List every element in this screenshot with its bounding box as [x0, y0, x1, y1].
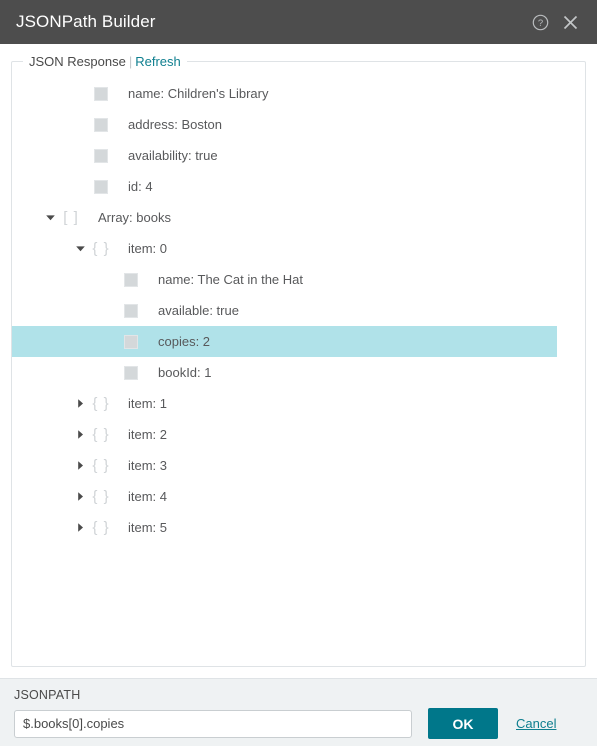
tree-row[interactable]: name: Children's Library	[12, 78, 585, 109]
footer-controls-row: OK Cancel	[14, 708, 586, 739]
svg-text:?: ?	[537, 18, 542, 29]
leaf-square-icon	[88, 148, 114, 163]
leaf-square-icon	[88, 179, 114, 194]
tree-row[interactable]: address: Boston	[12, 109, 585, 140]
json-response-panel: JSON Response | Refresh name: Children's L…	[11, 54, 586, 667]
dialog-footer: JSONPATH OK Cancel	[0, 678, 597, 746]
tree-row-label: item: 0	[128, 241, 168, 256]
tree-row[interactable]: { } item: 1	[12, 388, 585, 419]
twisty-collapsed-icon[interactable]	[72, 512, 88, 543]
twisty-collapsed-icon[interactable]	[72, 388, 88, 419]
tree-row[interactable]: [ ] Array: books	[12, 202, 585, 233]
dialog-titlebar: JSONPath Builder ?	[0, 0, 597, 44]
tree-row[interactable]: { } item: 2	[12, 419, 585, 450]
tree-row[interactable]: { } item: 4	[12, 481, 585, 512]
leaf-square-icon	[118, 334, 144, 349]
tree-row-label: Array: books	[98, 210, 171, 225]
leaf-square-icon	[118, 365, 144, 380]
leaf-square	[94, 86, 108, 101]
cancel-link[interactable]: Cancel	[516, 716, 556, 731]
leaf-square-icon	[88, 86, 114, 101]
json-tree[interactable]: name: Children's Library address: Boston a…	[12, 69, 585, 664]
help-circle-icon[interactable]: ?	[527, 9, 553, 35]
twisty-expanded-icon[interactable]	[72, 233, 88, 264]
tree-row-label: bookId: 1	[158, 365, 212, 380]
tree-row-label: item: 3	[128, 458, 168, 473]
jsonpath-label: JSONPATH	[14, 688, 81, 702]
tree-row-label: copies: 2	[158, 334, 211, 349]
dialog-body: JSON Response | Refresh name: Children's L…	[0, 44, 597, 678]
legend-separator: |	[128, 54, 133, 69]
array-brackets-icon: [ ]	[63, 209, 79, 226]
tree-row[interactable]: availability: true	[12, 140, 585, 171]
leaf-square	[124, 303, 138, 318]
tree-row-label: name: The Cat in the Hat	[158, 272, 304, 287]
ok-button[interactable]: OK	[428, 708, 498, 739]
tree-row-label: item: 2	[128, 427, 168, 442]
leaf-square	[124, 272, 138, 287]
tree-row-label: item: 5	[128, 520, 168, 535]
tree-row[interactable]: { } item: 5	[12, 512, 585, 543]
tree-row-label: item: 1	[128, 396, 168, 411]
leaf-square	[124, 334, 138, 349]
json-response-legend: JSON Response | Refresh	[23, 54, 187, 69]
object-braces-icon: { }	[92, 240, 110, 257]
tree-row[interactable]: bookId: 1	[12, 357, 585, 388]
object-braces-icon: { }	[92, 395, 110, 412]
leaf-square	[94, 148, 108, 163]
leaf-square-icon	[118, 303, 144, 318]
leaf-square	[94, 117, 108, 132]
dialog-title: JSONPath Builder	[16, 12, 156, 31]
refresh-link[interactable]: Refresh	[135, 54, 181, 69]
tree-row[interactable]: available: true	[12, 295, 585, 326]
leaf-square	[94, 179, 108, 194]
twisty-collapsed-icon[interactable]	[72, 481, 88, 512]
tree-row-label: address: Boston	[128, 117, 222, 132]
twisty-collapsed-icon[interactable]	[72, 450, 88, 481]
twisty-collapsed-icon[interactable]	[72, 419, 88, 450]
object-braces-icon: { }	[92, 488, 110, 505]
tree-row[interactable]: { } item: 0	[12, 233, 585, 264]
tree-row[interactable]: id: 4	[12, 171, 585, 202]
close-icon[interactable]	[557, 9, 583, 35]
tree-row-label: id: 4	[128, 179, 153, 194]
twisty-expanded-icon[interactable]	[42, 202, 58, 233]
object-braces-icon: { }	[92, 519, 110, 536]
tree-row[interactable]: name: The Cat in the Hat	[12, 264, 585, 295]
tree-row-label: item: 4	[128, 489, 168, 504]
tree-row[interactable]: { } item: 3	[12, 450, 585, 481]
leaf-square-icon	[118, 272, 144, 287]
json-response-label: JSON Response	[29, 54, 126, 69]
tree-row[interactable]: copies: 2	[12, 326, 585, 357]
object-braces-icon: { }	[92, 426, 110, 443]
leaf-square-icon	[88, 117, 114, 132]
leaf-square	[124, 365, 138, 380]
object-braces-icon: { }	[92, 457, 110, 474]
tree-row-label: available: true	[158, 303, 239, 318]
jsonpath-input[interactable]	[14, 709, 412, 738]
tree-row-label: availability: true	[128, 148, 218, 163]
tree-row-label: name: Children's Library	[128, 86, 269, 101]
